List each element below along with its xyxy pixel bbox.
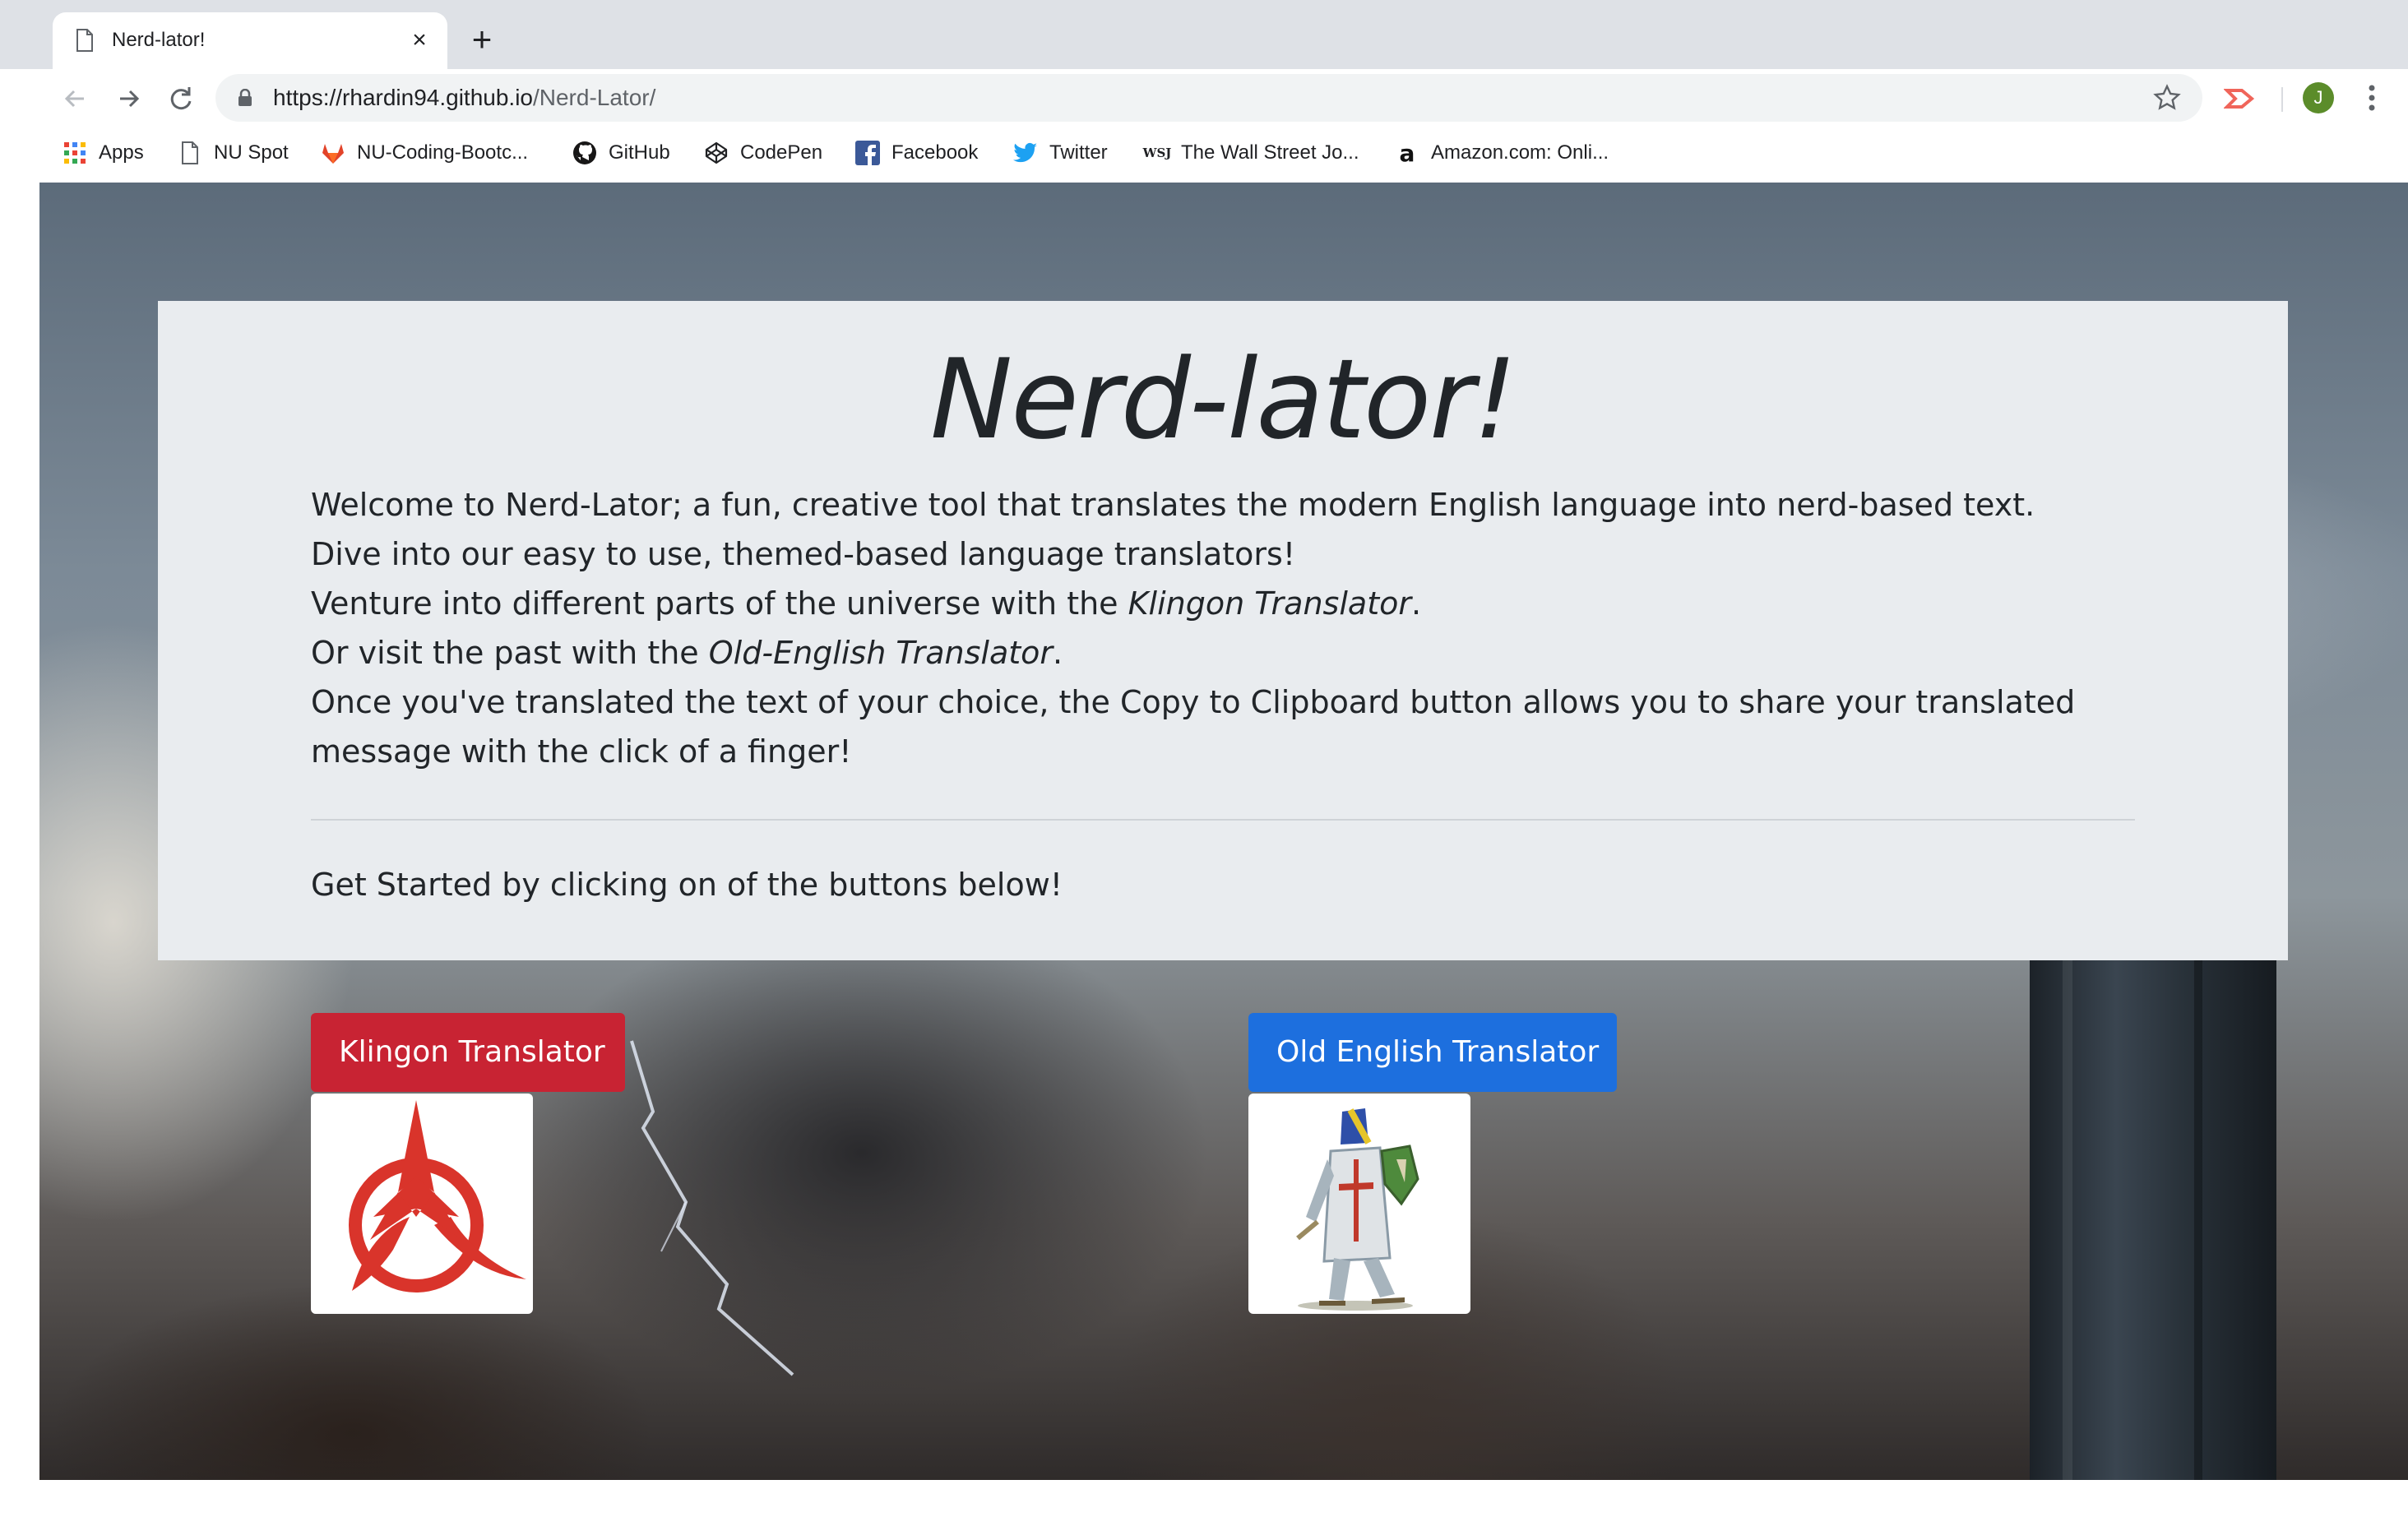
bookmarks-bar: Apps NU Spot NU-Coding-Bootc... GitHub C… [0,127,2408,183]
page-viewport: Nerd-lator! Welcome to Nerd-Lator; a fun… [39,183,2408,1480]
bookmark-label: GitHub [609,141,670,164]
intro-text-segment: . [1053,635,1063,671]
url-text: https://rhardin94.github.io/Nerd-Lator/ [273,85,655,111]
bookmark-label: NU-Coding-Bootc... [357,141,529,164]
address-bar[interactable]: https://rhardin94.github.io/Nerd-Lator/ [215,74,2202,122]
extension-icon[interactable] [2224,84,2257,113]
bookmark-label: NU Spot [214,141,289,164]
klingon-translator-button[interactable]: Klingon Translator [311,1013,625,1092]
url-path: /Nerd-Lator/ [532,85,656,110]
browser-tab[interactable]: Nerd-lator! × [53,12,447,69]
new-tab-button[interactable]: + [465,22,498,57]
tab-strip: Nerd-lator! × + [0,0,2408,69]
bookmark-codepen[interactable]: CodePen [704,135,822,171]
bookmark-nu-coding-bootcamp[interactable]: NU-Coding-Bootc... [321,135,528,171]
twitter-icon [1013,141,1038,165]
bookmark-nu-spot[interactable]: NU Spot [178,135,289,171]
codepen-icon [704,141,729,165]
intro-line-old-english: Or visit the past with the Old-English T… [311,628,2161,677]
old-english-emphasis: Old-English Translator [708,635,1054,671]
background-tower [2030,898,2276,1480]
forward-arrow-icon[interactable] [112,82,145,115]
intro-line: Welcome to Nerd-Lator; a fun, creative t… [311,487,2035,523]
wsj-icon: WSJ [1142,146,1172,160]
background-lightning [630,1040,794,1376]
bookmark-apps[interactable]: Apps [63,135,144,171]
bookmark-twitter[interactable]: Twitter [1013,135,1108,171]
lock-icon [238,89,252,106]
page-icon [76,29,93,52]
page-icon [178,141,202,165]
amazon-icon: a [1399,139,1415,167]
intro-line-klingon: Venture into different parts of the univ… [311,579,2161,628]
facebook-icon [855,141,880,165]
old-english-translator-button[interactable]: Old English Translator [1248,1013,1617,1092]
intro-text-segment: . [1410,585,1422,622]
url-host: https://rhardin94.github.io [273,85,533,110]
profile-avatar[interactable]: J [2303,82,2334,113]
bookmark-github[interactable]: GitHub [572,135,670,171]
bookmark-amazon[interactable]: a Amazon.com: Onli... [1395,135,1609,171]
klingon-emblem-image[interactable] [311,1094,533,1314]
gitlab-icon [321,141,345,165]
old-english-knight-image[interactable] [1248,1094,1470,1314]
bookmark-label: CodePen [740,141,823,164]
bookmark-label: Facebook [891,141,979,164]
page-title: Nerd-lator! [930,335,1517,464]
klingon-emphasis: Klingon Translator [1128,585,1411,622]
intro-line: Dive into our easy to use, themed-based … [311,536,1296,572]
tab-title: Nerd-lator! [112,29,206,51]
call-to-action: Get Started by clicking on of the button… [311,867,1063,903]
intro-line: Once you've translated the text of your … [311,684,2076,770]
browser-toolbar: https://rhardin94.github.io/Nerd-Lator/ … [0,69,2408,127]
github-icon [572,141,597,165]
bookmark-label: Amazon.com: Onli... [1431,141,1609,164]
apps-grid-icon [63,141,87,165]
bookmark-facebook[interactable]: Facebook [855,135,978,171]
klingon-emblem-icon [349,1100,526,1292]
kebab-menu-icon[interactable] [2362,81,2382,115]
browser-chrome: Nerd-lator! × + https://rhardin94.github… [0,0,2408,183]
intro-text-segment: Or visit the past with the [311,635,709,671]
bookmark-label: Twitter [1049,141,1108,164]
toolbar-divider [2281,87,2283,112]
intro-text-segment: Venture into different parts of the univ… [311,585,1128,622]
intro-text: Welcome to Nerd-Lator; a fun, creative t… [311,480,2161,776]
divider [311,819,2135,821]
jumbotron: Nerd-lator! Welcome to Nerd-Lator; a fun… [158,301,2288,960]
bookmark-wsj[interactable]: WSJ The Wall Street Jo... [1142,135,1359,171]
knight-icon [1296,1108,1419,1311]
back-arrow-icon[interactable] [59,82,92,115]
bookmark-label: Apps [99,141,144,164]
close-tab-icon[interactable]: × [406,27,433,53]
bookmark-label: The Wall Street Jo... [1181,141,1359,164]
reload-icon[interactable] [164,82,197,115]
bookmark-star-icon[interactable] [2153,84,2181,112]
